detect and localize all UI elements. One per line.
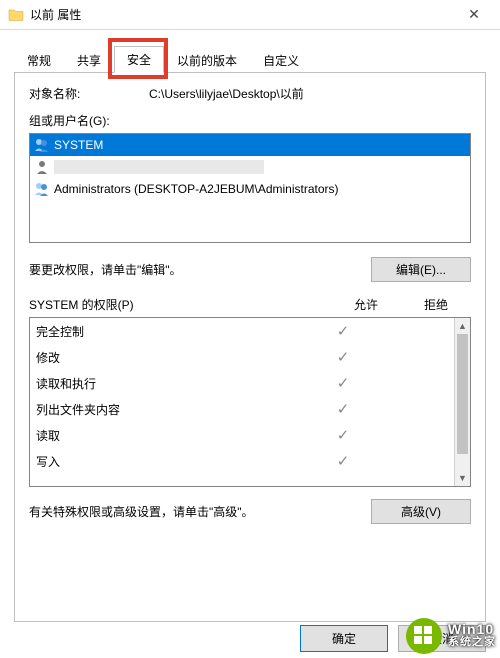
tab-bar: 常规 共享 安全 以前的版本 自定义 (14, 44, 486, 72)
tab-general[interactable]: 常规 (14, 47, 64, 73)
group-item-label: SYSTEM (54, 138, 103, 152)
perm-allow-check: ✓ (308, 426, 378, 444)
scroll-thumb[interactable] (457, 334, 468, 454)
perm-allow-check: ✓ (308, 374, 378, 392)
perm-row: 写入✓ (30, 448, 454, 474)
advanced-button[interactable]: 高级(V) (371, 499, 471, 524)
scroll-down-icon[interactable]: ▼ (455, 470, 470, 486)
perm-row: 列出文件夹内容✓ (30, 396, 454, 422)
object-name-label: 对象名称: (29, 85, 109, 102)
edit-button[interactable]: 编辑(E)... (371, 257, 471, 282)
users-icon (34, 181, 50, 197)
folder-icon (8, 7, 24, 23)
tab-sharing[interactable]: 共享 (64, 47, 114, 73)
perm-row: 修改✓ (30, 344, 454, 370)
perm-row: 读取和执行✓ (30, 370, 454, 396)
perm-name: 列出文件夹内容 (36, 401, 308, 418)
groups-label: 组或用户名(G): (29, 112, 471, 129)
perm-name: 写入 (36, 453, 308, 470)
perm-row: 完全控制✓ (30, 318, 454, 344)
perm-allow-check: ✓ (308, 322, 378, 340)
ok-button[interactable]: 确定 (300, 625, 388, 652)
perm-col-deny: 拒绝 (401, 296, 471, 313)
window-title: 以前 属性 (30, 6, 454, 23)
group-item-redacted[interactable] (30, 156, 470, 178)
perm-name: 完全控制 (36, 323, 308, 340)
tab-content: 对象名称: C:\Users\lilyjae\Desktop\以前 组或用户名(… (14, 72, 486, 622)
edit-hint-text: 要更改权限，请单击"编辑"。 (29, 261, 361, 278)
close-button[interactable]: ✕ (454, 0, 494, 30)
scroll-up-icon[interactable]: ▲ (455, 318, 470, 334)
tab-previous-versions[interactable]: 以前的版本 (164, 47, 250, 73)
users-icon (34, 137, 50, 153)
perm-scrollbar[interactable]: ▲ ▼ (454, 318, 470, 486)
perm-header-label: SYSTEM 的权限(P) (29, 296, 331, 313)
perm-name: 读取 (36, 427, 308, 444)
tab-security[interactable]: 安全 (114, 46, 164, 73)
groups-list[interactable]: SYSTEM Administrators (DESKTOP-A2JEBU (29, 133, 471, 243)
perm-allow-check: ✓ (308, 400, 378, 418)
perm-row: 读取✓ (30, 422, 454, 448)
group-item-administrators[interactable]: Administrators (DESKTOP-A2JEBUM\Administ… (30, 178, 470, 200)
group-item-system[interactable]: SYSTEM (30, 134, 470, 156)
perm-name: 读取和执行 (36, 375, 308, 392)
perm-col-allow: 允许 (331, 296, 401, 313)
perm-name: 修改 (36, 349, 308, 366)
perm-allow-check: ✓ (308, 452, 378, 470)
advanced-hint-text: 有关特殊权限或高级设置，请单击"高级"。 (29, 503, 361, 520)
redacted-label (54, 160, 264, 174)
tab-customize[interactable]: 自定义 (250, 47, 312, 73)
user-icon (34, 159, 50, 175)
group-item-label: Administrators (DESKTOP-A2JEBUM\Administ… (54, 182, 339, 196)
object-name-value: C:\Users\lilyjae\Desktop\以前 (149, 85, 304, 102)
cancel-button[interactable]: 取消 (398, 625, 486, 652)
perm-table: 完全控制✓修改✓读取和执行✓列出文件夹内容✓读取✓写入✓ ▲ ▼ (29, 317, 471, 487)
perm-allow-check: ✓ (308, 348, 378, 366)
